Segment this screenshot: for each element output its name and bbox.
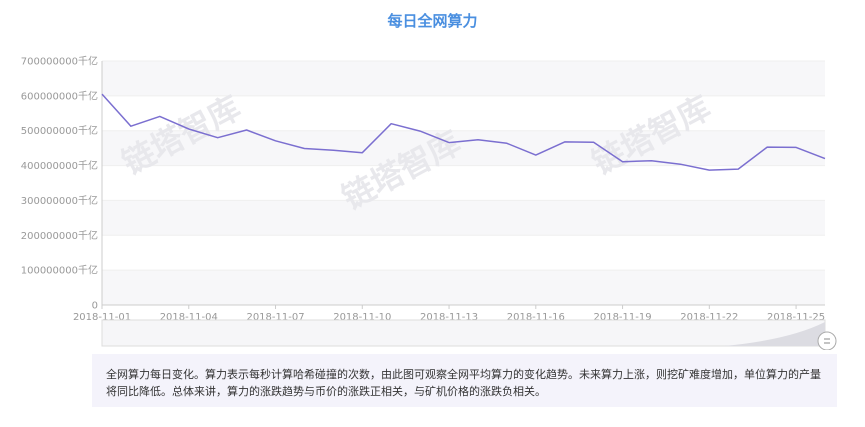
- zoom-handle[interactable]: [817, 331, 837, 350]
- grid-band: [102, 200, 825, 236]
- y-tick-label: 400000000千亿: [21, 159, 98, 172]
- grid-band: [102, 165, 825, 201]
- chart-panel: 每日全网算力 链塔智库 链塔智库 链塔智库 0 100000000千亿 20000000…: [0, 0, 865, 427]
- grid-band: [102, 235, 825, 271]
- data-zoom-slider[interactable]: [101, 319, 837, 350]
- chart-description: 全网算力每日变化。算力表示每秒计算哈希碰撞的次数，由此图可观察全网平均算力的变化…: [92, 354, 837, 407]
- zoom-track[interactable]: [101, 319, 826, 347]
- y-tick-label: 600000000千亿: [21, 89, 98, 102]
- grid-band: [102, 270, 825, 305]
- y-tick-label: 300000000千亿: [21, 194, 98, 207]
- y-tick-label: 500000000千亿: [21, 124, 98, 137]
- line-chart: 链塔智库 链塔智库 链塔智库 0100000000千亿200000000千亿3000…: [21, 55, 837, 350]
- y-axis: 0 100000000千亿 200000000千亿 300000000千亿 400000…: [21, 55, 103, 312]
- y-tick-label: 100000000千亿: [21, 264, 98, 277]
- grid-band: [102, 61, 825, 96]
- y-tick-label: 700000000千亿: [21, 55, 98, 68]
- y-tick-label: 0: [92, 301, 98, 312]
- y-tick-label: 200000000千亿: [21, 229, 98, 242]
